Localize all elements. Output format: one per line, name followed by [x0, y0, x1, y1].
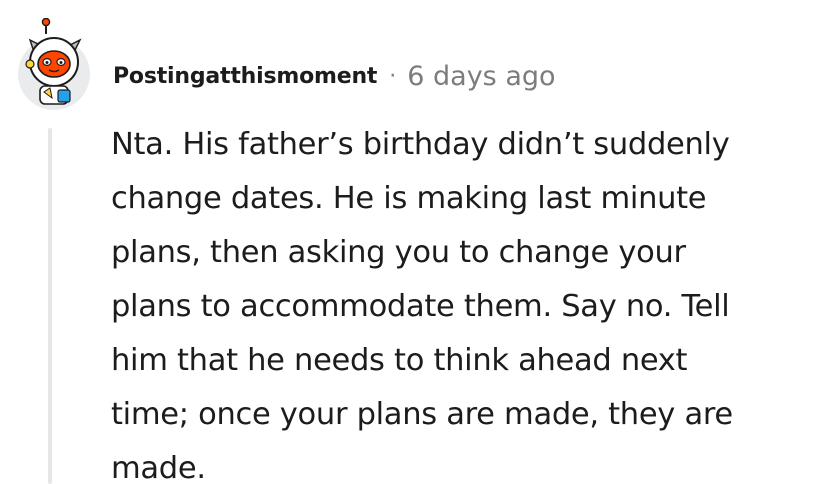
- comment-body: Nta. His father’s birthday didn’t sudden…: [111, 127, 733, 484]
- comment: Postingatthismoment · 6 days ago Nta. Hi…: [0, 0, 836, 484]
- thread-collapse-line[interactable]: [48, 128, 52, 484]
- comment-meta: Postingatthismoment · 6 days ago: [113, 58, 556, 94]
- snoo-astronaut-avatar-icon: [18, 17, 90, 110]
- timestamp[interactable]: 6 days ago: [407, 61, 555, 92]
- meta-separator: ·: [389, 63, 397, 89]
- user-avatar[interactable]: [16, 17, 92, 110]
- username-link[interactable]: Postingatthismoment: [113, 64, 377, 89]
